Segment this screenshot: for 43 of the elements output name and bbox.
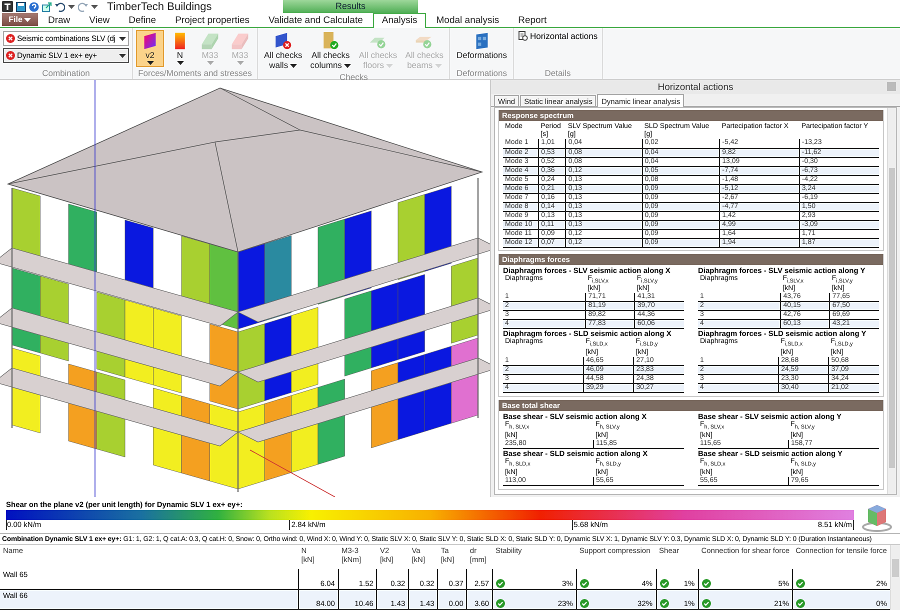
window-title: TimberTech Buildings xyxy=(107,0,212,12)
help-icon[interactable] xyxy=(29,2,39,12)
group-label: Details xyxy=(544,68,572,79)
app-icon[interactable] xyxy=(2,1,13,12)
caret-icon xyxy=(24,18,32,22)
caret-icon xyxy=(119,54,126,58)
ribbon-button[interactable]: Deformations xyxy=(453,30,510,62)
panel-title: Horizontal actions xyxy=(658,82,734,92)
export-icon[interactable] xyxy=(42,2,52,12)
ribbon-tab[interactable]: Analysis xyxy=(372,13,426,28)
caret-icon xyxy=(91,4,98,8)
ribbon-button[interactable]: Horizontal actions xyxy=(517,30,599,42)
slab-icon xyxy=(201,32,219,50)
context-tab-header: Results xyxy=(283,0,418,13)
ribbon-button[interactable]: All checks columns xyxy=(307,30,354,72)
wall-error-icon xyxy=(274,32,292,50)
slab-icon xyxy=(231,32,249,50)
ribbon-tab[interactable]: Report xyxy=(509,13,556,27)
ribbon-tab[interactable]: View xyxy=(80,13,119,27)
file-menu-button[interactable]: File xyxy=(2,13,38,26)
scrollbar[interactable] xyxy=(887,108,896,494)
undo-icon[interactable] xyxy=(55,2,65,12)
group-label: Forces/Moments and stresses xyxy=(137,68,253,79)
redo-icon[interactable] xyxy=(78,2,88,12)
ribbon-tab[interactable]: Modal analysis xyxy=(427,13,508,27)
ribbon-button[interactable]: v2 xyxy=(136,30,164,67)
ribbon-tab[interactable]: Project properties xyxy=(166,13,259,27)
save-icon[interactable] xyxy=(16,2,26,12)
error-icon xyxy=(6,51,15,60)
group-label: Deformations xyxy=(455,68,508,79)
ribbon-button[interactable]: N xyxy=(166,30,194,67)
document-icon xyxy=(518,31,528,41)
ribbon-button[interactable]: All checks walls xyxy=(261,30,306,72)
column-check-icon xyxy=(322,32,340,50)
group-label: Checks xyxy=(338,72,369,82)
ribbon-tab[interactable]: Validate and Calculate xyxy=(260,13,372,27)
ribbon-tab[interactable]: Define xyxy=(120,13,166,27)
caret-icon xyxy=(68,4,75,8)
caret-icon xyxy=(119,36,126,40)
scrollbar[interactable] xyxy=(890,545,900,610)
error-icon xyxy=(6,34,15,43)
group-label: Combination xyxy=(41,68,91,79)
ribbon-tab[interactable]: Draw xyxy=(39,13,80,27)
